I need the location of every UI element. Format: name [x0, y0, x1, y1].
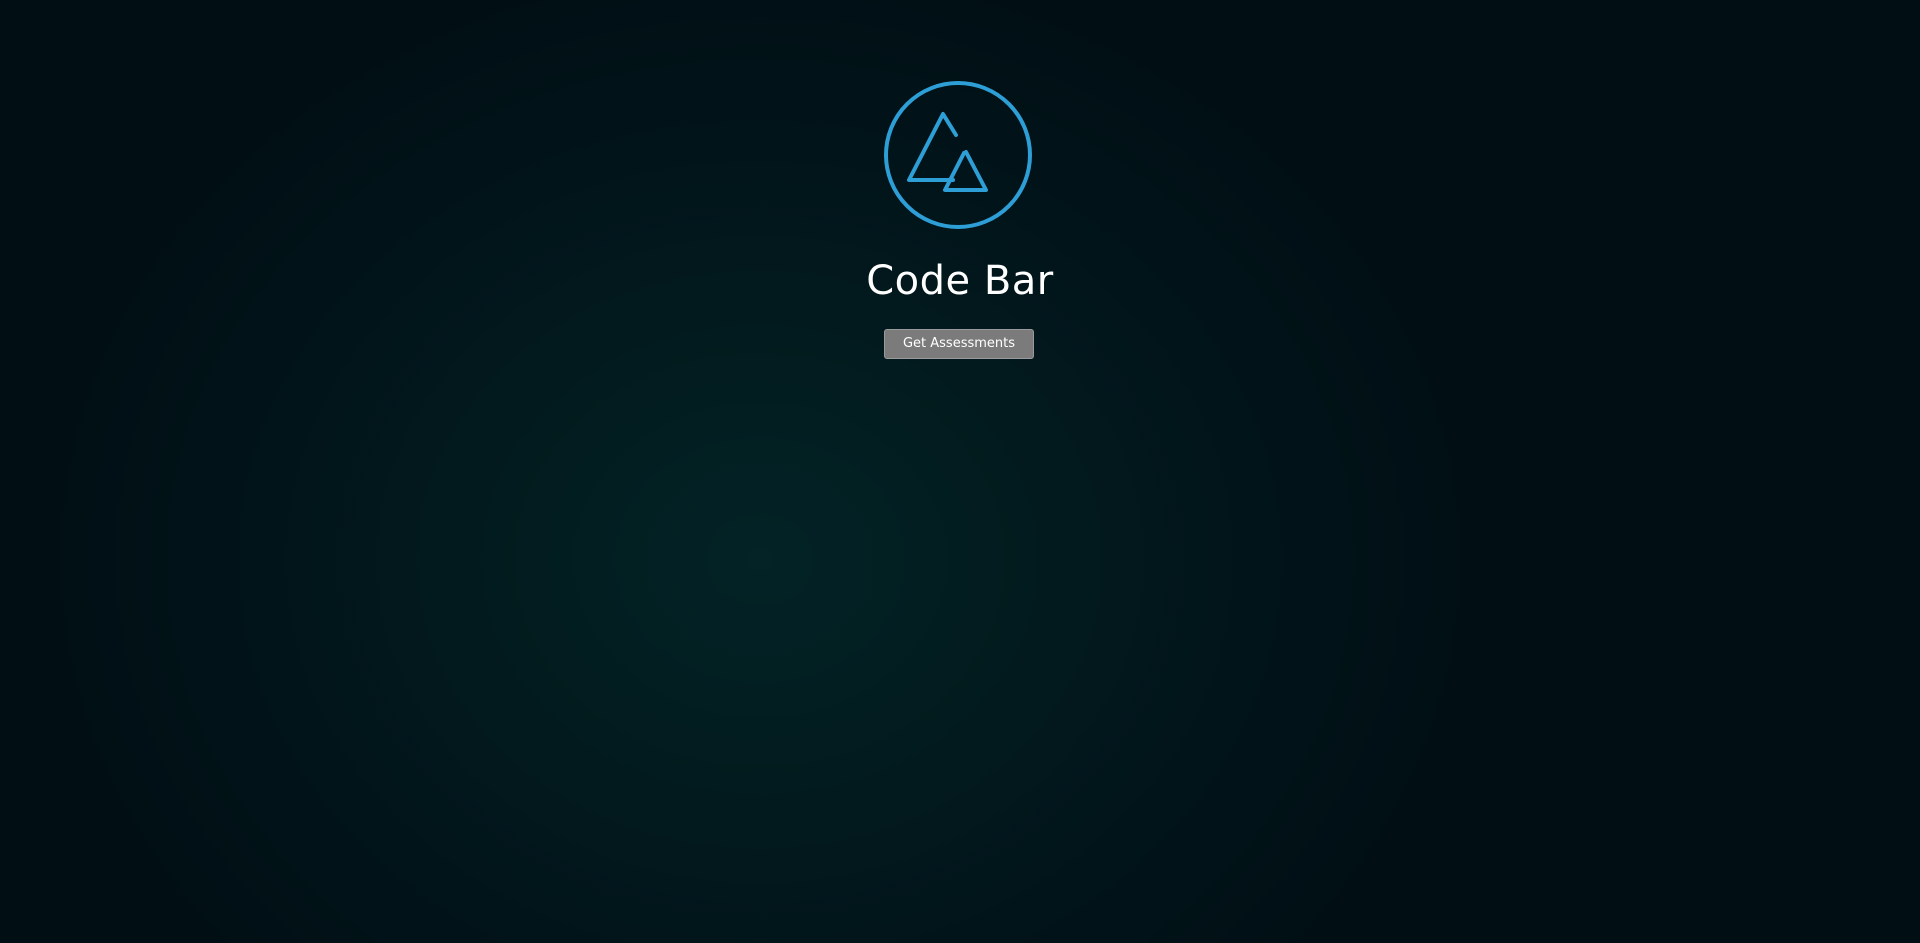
logo-graphic	[884, 81, 1032, 229]
app-title: Code Bar	[866, 258, 1054, 304]
mountain-circle-icon	[882, 79, 1034, 231]
get-assessments-button[interactable]: Get Assessments	[884, 329, 1034, 359]
landing-hero: Code Bar Get Assessments	[0, 0, 1920, 943]
